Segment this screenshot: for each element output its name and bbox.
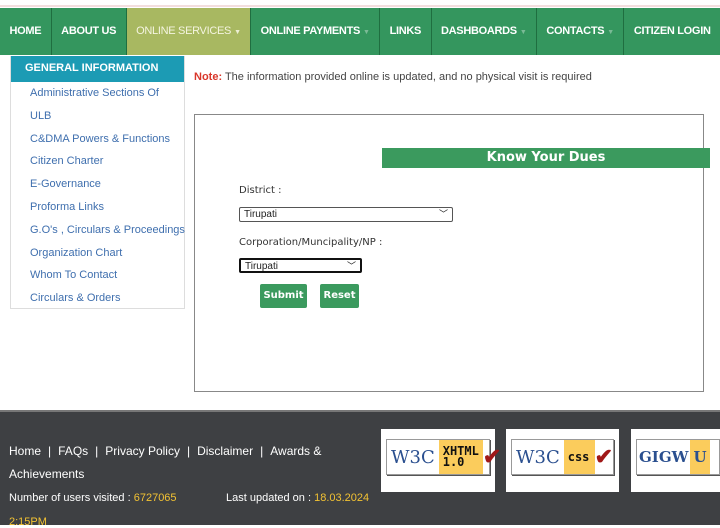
- menu-item[interactable]: E-Governance: [11, 173, 184, 196]
- district-label: District :: [239, 185, 282, 196]
- separator: |: [48, 444, 52, 458]
- menu-header[interactable]: GENERAL INFORMATION: [11, 56, 184, 82]
- gigw-mark: U: [690, 440, 710, 474]
- footer-link-privacy[interactable]: Privacy Policy: [105, 444, 180, 458]
- updated-time: 2:15PM: [9, 516, 47, 528]
- separator: |: [186, 444, 191, 458]
- nav-label: CITIZEN LOGIN: [633, 25, 711, 37]
- nav-label: CONTACTS: [546, 25, 605, 37]
- nav-about-us[interactable]: ABOUT US: [52, 8, 127, 55]
- corporation-select[interactable]: Tirupati ﹀: [239, 258, 362, 273]
- footer-link-faqs[interactable]: FAQs: [58, 444, 88, 458]
- submit-button[interactable]: Submit: [260, 284, 307, 308]
- nav-label: ONLINE PAYMENTS: [260, 25, 361, 37]
- menu-item[interactable]: Administrative Sections Of: [11, 82, 184, 105]
- updated-label: Last updated on :: [226, 492, 315, 504]
- nav-dashboards[interactable]: DASHBOARDS ▼: [432, 8, 537, 55]
- district-select[interactable]: Tirupati ﹀: [239, 207, 453, 222]
- visitors-value: 6727065: [133, 492, 177, 504]
- chevron-down-icon: ﹀: [346, 261, 356, 271]
- check-icon: ✔: [482, 444, 502, 469]
- footer-link-disclaimer[interactable]: Disclaimer: [197, 444, 253, 458]
- caret-down-icon: ▼: [363, 29, 370, 36]
- w3c-logo: W3C: [516, 446, 560, 468]
- nav-label: DASHBOARDS: [441, 25, 517, 37]
- menu-item[interactable]: Citizen Charter: [11, 150, 184, 173]
- check-icon: ✔: [594, 444, 613, 469]
- separator: |: [95, 444, 99, 458]
- menu-item[interactable]: C&DMA Powers & Functions: [11, 128, 184, 151]
- corporation-value: Tirupati: [245, 261, 278, 272]
- nav-citizen-login[interactable]: CITIZEN LOGIN: [624, 8, 720, 55]
- separator: |: [260, 444, 264, 458]
- menu-item[interactable]: ULB: [11, 105, 184, 128]
- xhtml-label: XHTML 1.0: [438, 440, 483, 474]
- nav-label: LINKS: [389, 25, 422, 37]
- form-title: Know Your Dues: [382, 148, 710, 168]
- dropdown-menu: GENERAL INFORMATION Administrative Secti…: [10, 56, 185, 309]
- note-body: The information provided online is updat…: [222, 71, 592, 83]
- caret-down-icon: ▼: [234, 29, 241, 36]
- note-text: Note: The information provided online is…: [194, 71, 592, 83]
- nav-contacts[interactable]: CONTACTS ▼: [537, 8, 625, 55]
- visitor-count: Number of users visited : 6727065: [9, 492, 177, 504]
- nav-links[interactable]: LINKS: [380, 8, 432, 55]
- css-label: css: [563, 440, 595, 474]
- reset-button[interactable]: Reset: [320, 284, 359, 308]
- menu-item[interactable]: Organization Chart: [11, 242, 184, 265]
- w3c-xhtml-badge[interactable]: W3C XHTML 1.0 ✔: [381, 429, 501, 492]
- gigw-badge[interactable]: GIGW U: [631, 429, 720, 492]
- footer-links: Home | FAQs | Privacy Policy | Disclaimer | Awar…: [9, 440, 369, 486]
- nav-online-services[interactable]: ONLINE SERVICES ▼: [126, 8, 252, 55]
- caret-down-icon: ▼: [607, 29, 614, 36]
- w3c-css-badge[interactable]: W3C css ✔: [506, 429, 619, 492]
- menu-item[interactable]: Circulars & Orders: [11, 287, 184, 310]
- gigw-logo: GIGW: [639, 448, 689, 466]
- footer-link-home[interactable]: Home: [9, 444, 41, 458]
- w3c-logo: W3C: [391, 446, 435, 468]
- menu-item[interactable]: Whom To Contact: [11, 264, 184, 287]
- menu-item[interactable]: Proforma Links: [11, 196, 184, 219]
- caret-down-icon: ▼: [519, 29, 527, 36]
- visitors-label: Number of users visited :: [9, 492, 134, 504]
- top-border: [0, 0, 720, 7]
- updated-value: 18.03.2024: [314, 492, 370, 504]
- nav-home[interactable]: HOME: [0, 8, 52, 55]
- menu-item[interactable]: G.O's , Circulars & Proceedings: [11, 219, 185, 242]
- nav-label: ABOUT US: [61, 25, 117, 37]
- nav-label: ONLINE SERVICES: [136, 25, 232, 37]
- corporation-label: Corporation/Muncipality/NP :: [239, 237, 383, 248]
- district-value: Tirupati: [244, 209, 277, 220]
- main-nav: HOME ABOUT US ONLINE SERVICES ▼ ONLINE PA…: [0, 8, 720, 55]
- footer: Home | FAQs | Privacy Policy | Disclaimer | Awar…: [0, 410, 720, 528]
- nav-label: HOME: [9, 25, 42, 37]
- chevron-down-icon: ﹀: [438, 209, 448, 219]
- note-label: Note:: [194, 71, 223, 83]
- nav-online-payments[interactable]: ONLINE PAYMENTS ▼: [251, 8, 381, 55]
- last-updated: Last updated on : 18.03.2024: [226, 492, 369, 504]
